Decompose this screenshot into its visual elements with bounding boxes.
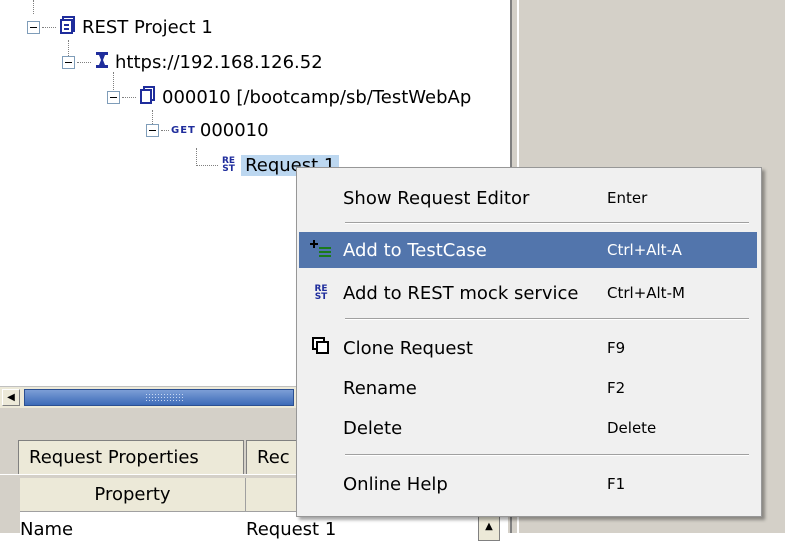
collapse-icon[interactable] [62, 55, 75, 69]
rest-icon-bottom: ST [222, 164, 235, 174]
menu-separator [345, 454, 749, 456]
tree-label-service: https://192.168.126.52 [115, 51, 323, 73]
menu-shortcut: Ctrl+Alt-M [607, 284, 685, 302]
menu-label: Clone Request [343, 337, 473, 359]
scrollbar-grip-icon [145, 393, 185, 402]
rest-icon-bottom: ST [314, 292, 328, 302]
scrollbar-thumb[interactable] [24, 389, 294, 406]
menu-label: Rename [343, 377, 417, 399]
menu-item-online-help[interactable]: Online Help F1 [299, 466, 757, 502]
menu-item-add-to-rest-mock[interactable]: RE ST Add to REST mock service Ctrl+Alt-… [299, 275, 757, 311]
collapse-icon[interactable] [146, 123, 159, 137]
tree-label-method: 000010 [199, 119, 269, 141]
collapse-icon[interactable] [27, 20, 40, 34]
service-icon [95, 51, 109, 74]
menu-label: Add to REST mock service [343, 282, 579, 304]
menu-shortcut: F9 [607, 339, 626, 357]
menu-item-clone-request[interactable]: Clone Request F9 [299, 330, 757, 366]
add-to-testcase-icon [299, 238, 343, 263]
tab-request-properties[interactable]: Request Properties [18, 440, 244, 474]
tree-node-resource[interactable]: 000010 [/bootcamp/sb/TestWebAp [107, 84, 471, 110]
tree-connector [77, 61, 91, 63]
property-name-cell[interactable]: Name [20, 516, 73, 544]
context-menu: Show Request Editor Enter Add to TestCas… [296, 167, 762, 517]
menu-item-delete[interactable]: Delete Delete [299, 410, 757, 446]
menu-label: Show Request Editor [343, 187, 530, 209]
menu-item-add-to-testcase[interactable]: Add to TestCase Ctrl+Alt-A [299, 232, 757, 268]
menu-separator [345, 222, 749, 224]
menu-separator [345, 318, 749, 320]
column-header-property[interactable]: Property [20, 478, 246, 512]
menu-item-show-request-editor[interactable]: Show Request Editor Enter [299, 180, 757, 216]
menu-item-rename[interactable]: Rename F2 [299, 370, 757, 406]
tree-connector [122, 96, 136, 98]
property-value-cell[interactable]: Request 1 [246, 516, 336, 544]
tree-connector [196, 164, 218, 166]
tree-label-resource: 000010 [/bootcamp/sb/TestWebAp [162, 86, 472, 108]
scroll-up-button[interactable]: ▲ [478, 514, 500, 541]
menu-shortcut: Enter [607, 189, 648, 207]
tree-node-project[interactable]: REST Project 1 [27, 14, 213, 40]
menu-label: Online Help [343, 473, 448, 495]
scroll-left-button[interactable]: ◀ [2, 389, 20, 406]
clone-icon [299, 336, 343, 360]
rest-request-icon: RE ST [222, 157, 235, 174]
menu-label: Delete [343, 417, 403, 439]
menu-label: Add to TestCase [343, 239, 487, 261]
tree-connector [42, 26, 56, 28]
menu-shortcut: Delete [607, 419, 657, 437]
get-method-icon: GET [171, 124, 196, 136]
tree-guide-line [33, 0, 34, 14]
menu-shortcut: F2 [607, 379, 626, 397]
collapse-icon[interactable] [107, 90, 120, 104]
tree-label-project: REST Project 1 [82, 16, 213, 38]
tree-node-method[interactable]: GET 000010 [146, 117, 269, 143]
resource-icon [140, 85, 156, 109]
menu-shortcut: F1 [607, 475, 626, 493]
project-icon [60, 15, 76, 39]
tree-connector [161, 129, 169, 131]
rest-icon: RE ST [299, 285, 343, 302]
menu-shortcut: Ctrl+Alt-A [607, 241, 682, 259]
tree-node-service[interactable]: https://192.168.126.52 [62, 49, 323, 75]
